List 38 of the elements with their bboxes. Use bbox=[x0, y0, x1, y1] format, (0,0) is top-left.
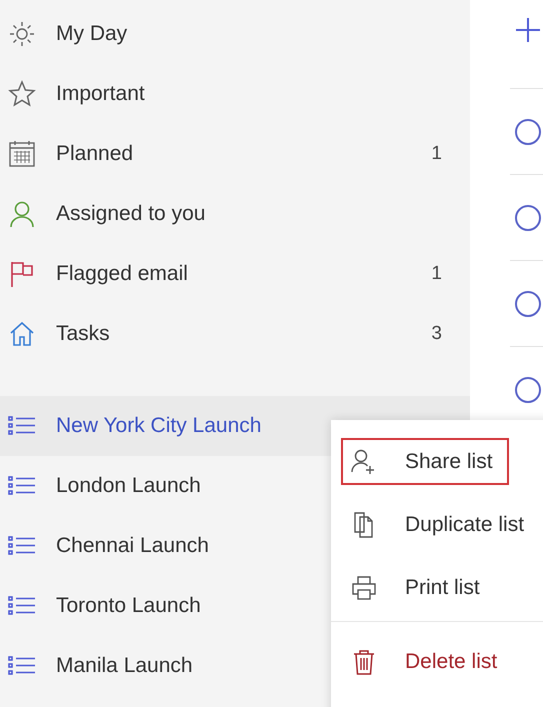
star-icon bbox=[8, 80, 36, 108]
item-label: Tasks bbox=[56, 322, 111, 346]
menu-item[interactable]: Delete list bbox=[341, 638, 514, 685]
task-checkbox[interactable] bbox=[515, 118, 541, 144]
item-label: Planned bbox=[56, 142, 134, 166]
item-label: My Day bbox=[56, 22, 128, 46]
item-label: Flagged email bbox=[56, 262, 189, 286]
sidebar-item[interactable]: Planned 1 bbox=[0, 124, 470, 184]
sidebar-item[interactable]: Tasks 3 bbox=[0, 304, 470, 364]
task-checkbox[interactable] bbox=[515, 290, 541, 316]
menu-item[interactable]: Duplicate list bbox=[341, 501, 540, 548]
flag-icon bbox=[8, 260, 36, 288]
task-checkbox[interactable] bbox=[515, 376, 541, 402]
list-label: London Launch bbox=[56, 474, 201, 498]
list-label: New York City Launch bbox=[56, 414, 262, 438]
sun-icon bbox=[8, 20, 36, 48]
home-icon bbox=[8, 320, 36, 348]
item-count: 1 bbox=[431, 143, 442, 165]
item-label: Important bbox=[56, 82, 146, 106]
sidebar-item[interactable]: Assigned to you bbox=[0, 184, 470, 244]
sidebar-item[interactable]: Flagged email 1 bbox=[0, 244, 470, 304]
sidebar-item[interactable]: My Day bbox=[0, 4, 470, 64]
task-checkbox[interactable] bbox=[515, 204, 541, 230]
menu-item[interactable]: Share list bbox=[341, 438, 509, 485]
list-label: Toronto Launch bbox=[56, 594, 201, 618]
add-icon[interactable] bbox=[515, 17, 541, 43]
add-person-icon bbox=[351, 448, 377, 474]
list-label: Manila Launch bbox=[56, 654, 193, 678]
printer-icon bbox=[351, 574, 377, 600]
item-count: 3 bbox=[431, 323, 442, 345]
item-count: 1 bbox=[431, 263, 442, 285]
sidebar-item[interactable]: Important bbox=[0, 64, 470, 124]
trash-icon bbox=[351, 648, 377, 674]
item-label: Assigned to you bbox=[56, 202, 206, 226]
menu-item[interactable]: Print list bbox=[341, 564, 496, 611]
list-label: Chennai Launch bbox=[56, 534, 209, 558]
person-icon bbox=[8, 200, 36, 228]
calendar-icon bbox=[8, 140, 36, 168]
